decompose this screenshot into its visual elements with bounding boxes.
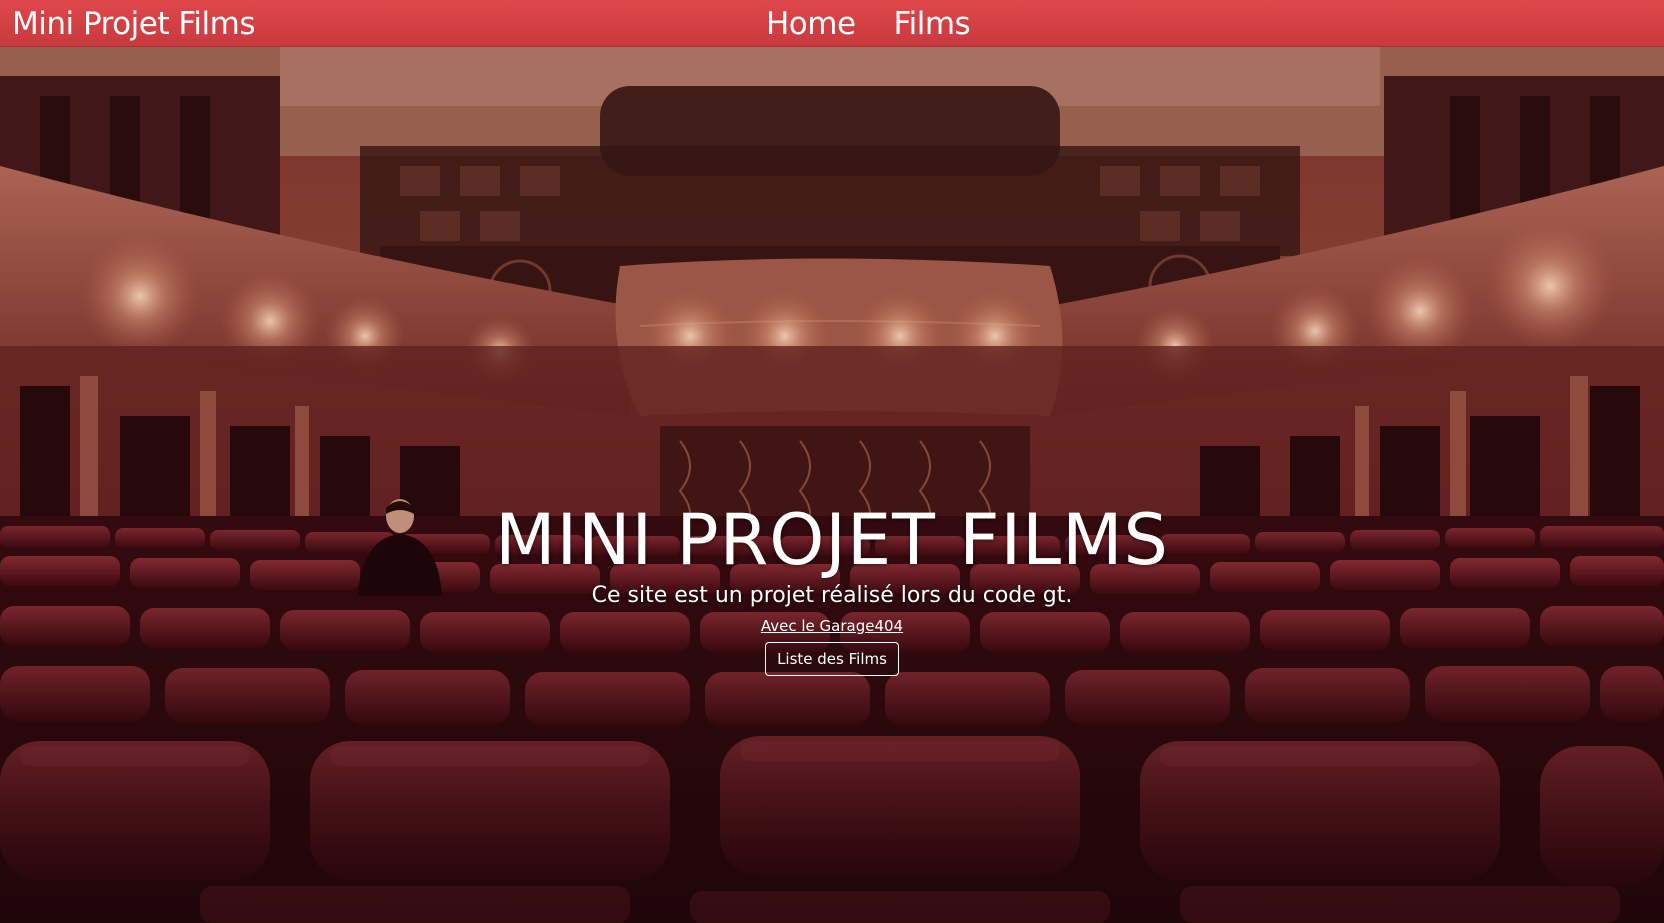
brand-link[interactable]: Mini Projet Films (12, 4, 256, 44)
garage404-link[interactable]: Avec le Garage404 (761, 614, 903, 638)
hero-subtitle: Ce site est un projet réalisé lors du co… (591, 583, 1073, 608)
nav-link-home[interactable]: Home (766, 4, 856, 44)
films-list-button[interactable]: Liste des Films (765, 642, 899, 676)
hero-title: MINI PROJET FILMS (495, 499, 1169, 581)
page: Mini Projet Films Home Films MINI PROJET… (0, 0, 1664, 923)
nav-link-films[interactable]: Films (894, 4, 971, 44)
nav-links: Home Films (766, 4, 971, 44)
theater-background-image (0, 46, 1664, 923)
button-wrapper: Liste des Films (0, 642, 1664, 676)
hero-content: MINI PROJET FILMS Ce site est un projet … (0, 500, 1664, 676)
navbar: Mini Projet Films Home Films (0, 0, 1664, 47)
hero-section (0, 46, 1664, 923)
